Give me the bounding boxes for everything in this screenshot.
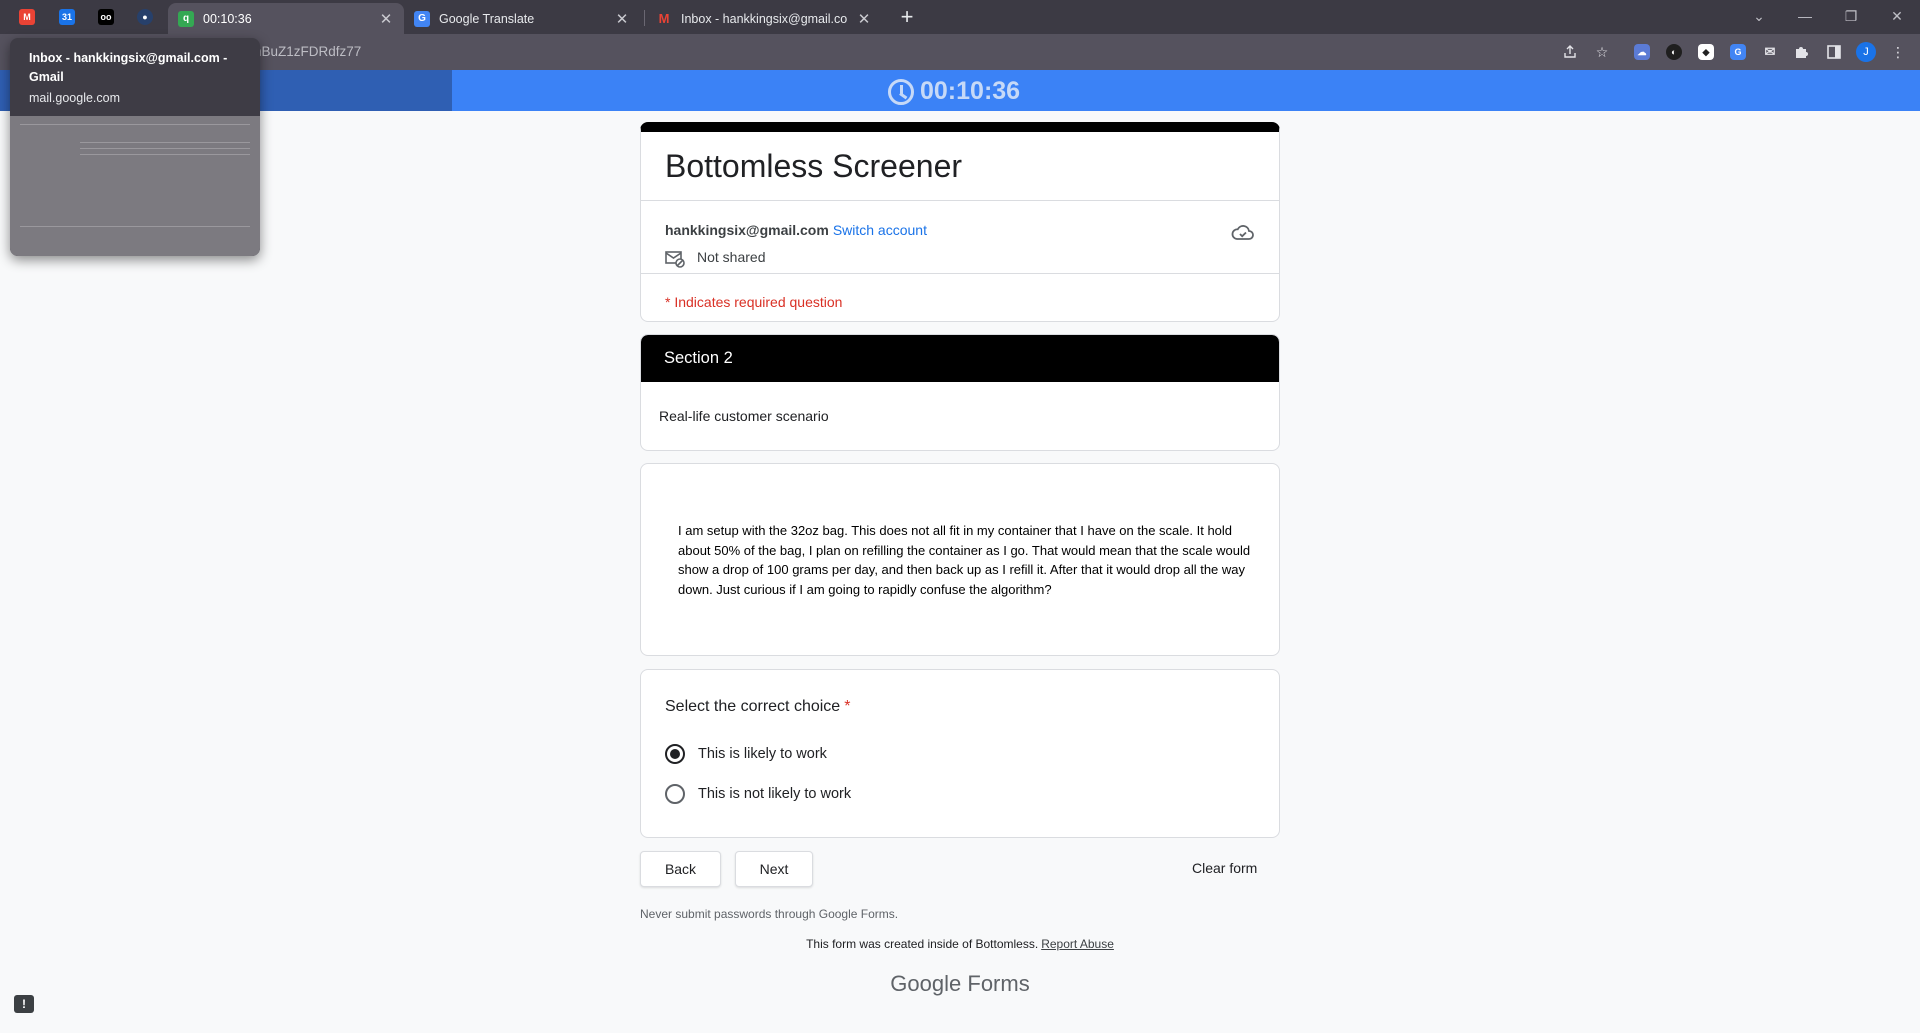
option-label: This is not likely to work	[698, 786, 852, 802]
menu-kebab-icon[interactable]: ⋮	[1887, 41, 1909, 63]
hover-card-thumbnail	[10, 116, 260, 256]
tab-google-translate[interactable]: G Google Translate ✕	[404, 3, 640, 34]
clear-form-button[interactable]: Clear form	[1192, 860, 1257, 876]
option-label: This is likely to work	[698, 746, 827, 762]
pinned-tab-globe[interactable]: ●	[126, 3, 164, 31]
not-shared-mail-icon	[665, 251, 685, 268]
divider	[641, 200, 1279, 201]
radio-button[interactable]	[665, 784, 685, 804]
timer-bar: 00:10:36	[0, 70, 1920, 111]
feedback-icon[interactable]: !	[14, 995, 34, 1013]
question-label: Select the correct choice *	[665, 698, 850, 716]
account-email: hankkingsix@gmail.com	[665, 222, 829, 238]
calendar-icon: 31	[59, 9, 75, 25]
report-abuse-link[interactable]: Report Abuse	[1041, 937, 1114, 951]
not-shared-label: Not shared	[697, 249, 766, 265]
question-text: Select the correct choice	[665, 698, 841, 715]
side-panel-icon[interactable]	[1823, 41, 1845, 63]
option-likely[interactable]: This is likely to work	[665, 744, 827, 764]
pinned-tab-app[interactable]: oo	[87, 3, 125, 31]
extension-mail-icon[interactable]: ✉	[1759, 41, 1781, 63]
section-description: Real-life customer scenario	[659, 408, 829, 424]
switch-account-link[interactable]: Switch account	[833, 222, 927, 238]
tab-divider	[644, 10, 645, 26]
back-button[interactable]: Back	[640, 851, 721, 887]
section-title: Section 2	[641, 335, 1279, 382]
clock-icon	[888, 78, 914, 105]
extension-translate-icon[interactable]: G	[1727, 41, 1749, 63]
chevron-down-icon[interactable]: ⌄	[1736, 2, 1782, 30]
tab-timer[interactable]: q 00:10:36 ✕	[168, 3, 404, 34]
divider	[641, 273, 1279, 274]
address-bar[interactable]: hBuZ1zFDRdfz77	[254, 38, 1564, 66]
gmail-icon: M	[658, 11, 670, 26]
tab-title: Google Translate	[439, 11, 535, 26]
translate-icon: G	[414, 10, 430, 27]
gmail-icon: M	[19, 9, 35, 25]
bookmark-star-icon[interactable]: ☆	[1591, 41, 1613, 63]
tab-gmail-inbox[interactable]: M Inbox - hankkingsix@gmail.com ✕	[646, 3, 882, 34]
tab-title: 00:10:36	[203, 11, 252, 26]
pinned-tab-gmail[interactable]: M	[8, 3, 46, 31]
pinned-tab-calendar[interactable]: 31	[48, 3, 86, 31]
extension-circle-icon[interactable]: ◐	[1663, 41, 1685, 63]
google-forms-logo[interactable]: Google Forms	[0, 971, 1920, 997]
close-icon[interactable]: ✕	[378, 10, 394, 28]
restore-button[interactable]: ❐	[1828, 2, 1874, 30]
required-asterisk: *	[844, 698, 851, 715]
section-card: Section 2 Real-life customer scenario	[640, 334, 1280, 451]
scenario-card: I am setup with the 32oz bag. This does …	[640, 463, 1280, 656]
minimize-button[interactable]: —	[1782, 2, 1828, 30]
question-card: Select the correct choice * This is likel…	[640, 669, 1280, 838]
form-title: Bottomless Screener	[665, 148, 963, 184]
extension-cloud-icon[interactable]: ☁	[1631, 41, 1653, 63]
hover-card-title: Inbox - hankkingsix@gmail.com - Gmail	[29, 51, 228, 84]
profile-avatar[interactable]: J	[1855, 41, 1877, 63]
browser-toolbar: hBuZ1zFDRdfz77 ☆ ☁ ◐ ◆ G ✉ J ⋮	[0, 34, 1920, 70]
share-icon[interactable]	[1559, 41, 1581, 63]
scenario-text: I am setup with the 32oz bag. This does …	[678, 523, 1251, 597]
password-warning: Never submit passwords through Google Fo…	[640, 907, 899, 921]
tab-title: Inbox - hankkingsix@gmail.com	[681, 11, 847, 26]
app-icon: oo	[98, 9, 114, 25]
next-button[interactable]: Next	[735, 851, 813, 887]
extensions-puzzle-icon[interactable]	[1791, 41, 1813, 63]
required-note: * Indicates required question	[665, 294, 843, 310]
close-icon[interactable]: ✕	[856, 10, 872, 28]
timer-display: 00:10:36	[888, 77, 1020, 106]
radio-button-checked[interactable]	[665, 744, 685, 764]
timer-value: 00:10:36	[920, 77, 1021, 105]
created-notice: This form was created inside of Bottomle…	[0, 937, 1920, 951]
extension-gear-icon[interactable]: ◆	[1695, 41, 1717, 63]
hover-card-domain: mail.google.com	[29, 91, 121, 105]
logo-forms: Forms	[967, 971, 1030, 996]
created-text: This form was created inside of Bottomle…	[806, 937, 1039, 951]
q-app-icon: q	[178, 10, 194, 27]
form-header-card: Bottomless Screener hankkingsix@gmail.co…	[640, 122, 1280, 322]
close-icon[interactable]: ✕	[614, 10, 630, 28]
window-close-button[interactable]: ✕	[1874, 2, 1920, 30]
new-tab-button[interactable]: +	[894, 5, 920, 31]
logo-google: Google	[890, 971, 962, 996]
tab-hover-card: Inbox - hankkingsix@gmail.com - Gmail ma…	[10, 38, 260, 256]
address-text: hBuZ1zFDRdfz77	[254, 44, 362, 59]
globe-app-icon: ●	[137, 9, 153, 25]
cloud-saved-icon	[1231, 225, 1254, 240]
account-line: hankkingsix@gmail.com Switch account	[665, 222, 927, 238]
option-not-likely[interactable]: This is not likely to work	[665, 784, 851, 804]
browser-tab-strip: M 31 oo ● q 00:10:36 ✕ G Google Translat…	[0, 0, 1920, 34]
